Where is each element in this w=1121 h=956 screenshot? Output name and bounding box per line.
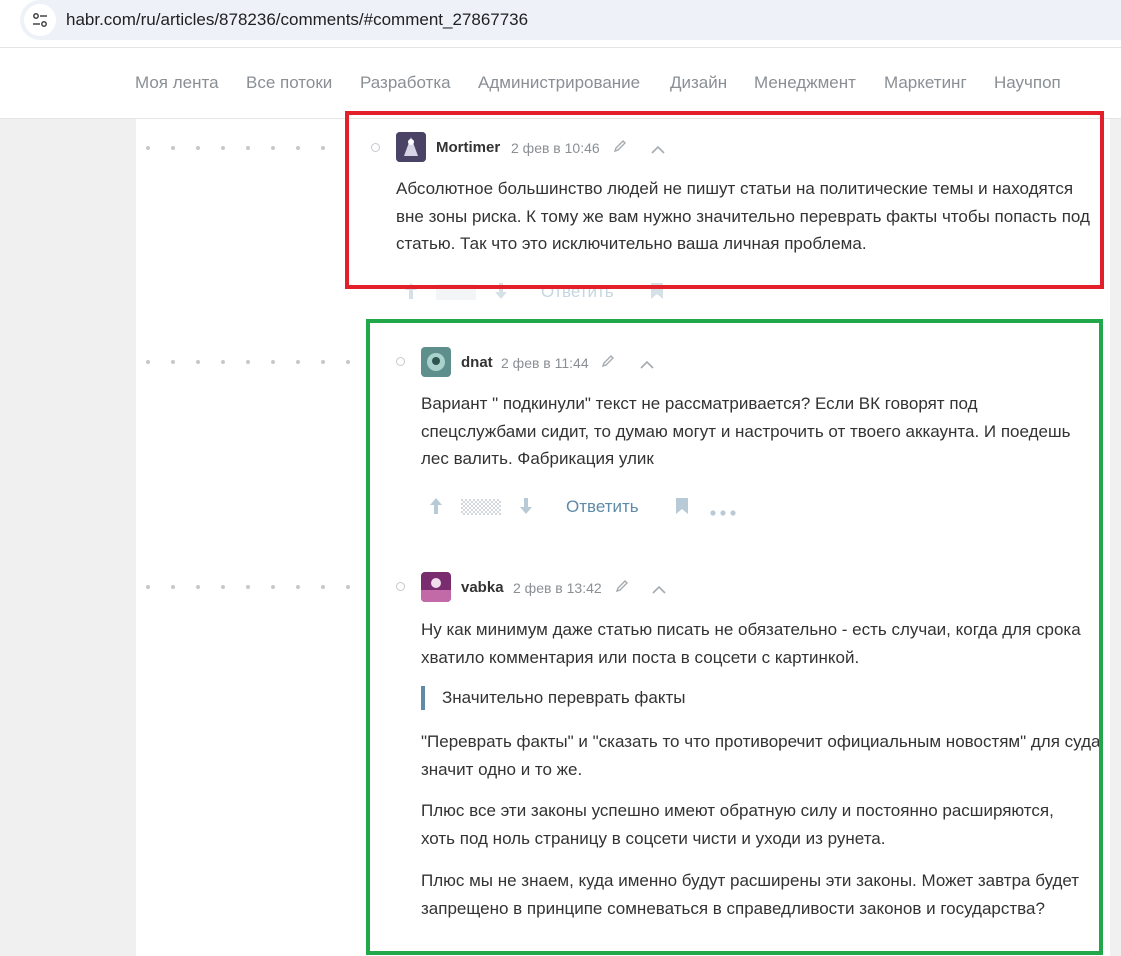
hub-navigation: Моя лента Все потоки Разработка Админист… bbox=[0, 48, 1121, 119]
browser-address-bar: habr.com/ru/articles/878236/comments/#co… bbox=[0, 0, 1121, 40]
nav-all-streams[interactable]: Все потоки bbox=[246, 73, 332, 93]
site-settings-icon[interactable] bbox=[24, 4, 56, 36]
nav-popsci[interactable]: Научпоп bbox=[994, 73, 1061, 93]
highlight-box-red bbox=[345, 111, 1104, 289]
scrollbar-track[interactable] bbox=[1110, 119, 1121, 956]
nav-administration[interactable]: Администрирование bbox=[478, 73, 640, 93]
nav-management[interactable]: Менеджмент bbox=[754, 73, 856, 93]
left-gutter bbox=[0, 119, 136, 956]
highlight-box-green bbox=[366, 319, 1103, 955]
nav-development[interactable]: Разработка bbox=[360, 73, 451, 93]
url-text[interactable]: habr.com/ru/articles/878236/comments/#co… bbox=[66, 10, 528, 30]
nav-marketing[interactable]: Маркетинг bbox=[884, 73, 967, 93]
nav-my-feed[interactable]: Моя лента bbox=[135, 73, 219, 93]
nav-design[interactable]: Дизайн bbox=[670, 73, 727, 93]
